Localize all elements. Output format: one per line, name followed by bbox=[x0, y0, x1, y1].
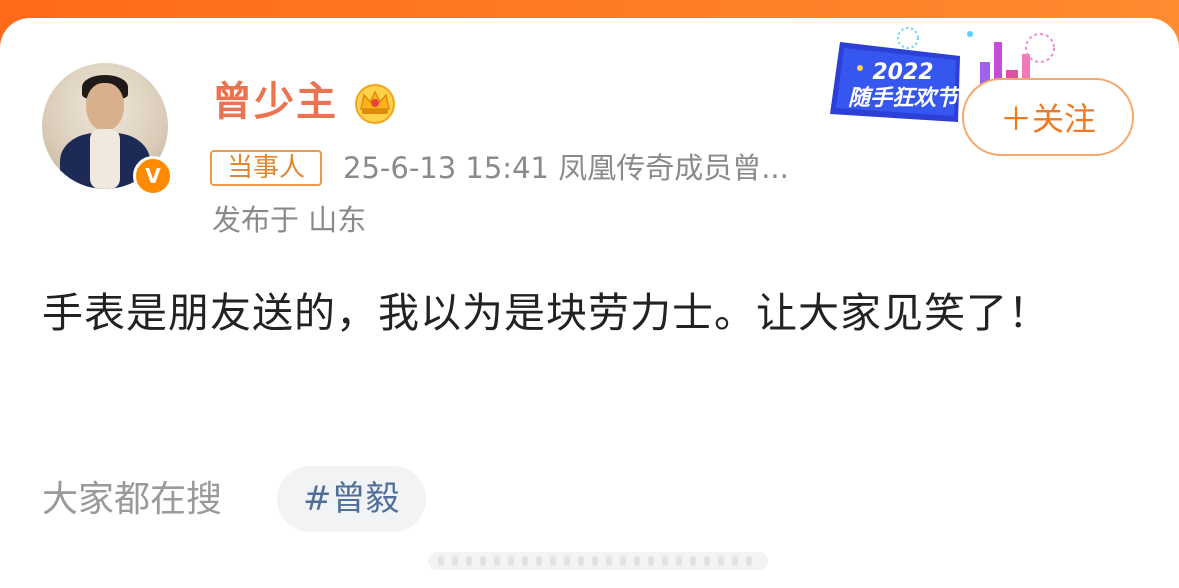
banner-title: 随手狂欢节 bbox=[847, 86, 958, 111]
post-meta: 25-6-13 15:41 凤凰传奇成员曾... bbox=[343, 151, 789, 185]
hashtag-chip[interactable]: #曾毅 bbox=[277, 466, 426, 532]
crown-icon bbox=[355, 84, 395, 124]
festival-banner-text: 2022 随手狂欢节 bbox=[838, 60, 968, 112]
username[interactable]: 曾少主 bbox=[212, 78, 338, 126]
banner-year: 2022 bbox=[872, 60, 934, 85]
loading-indicator bbox=[428, 552, 768, 570]
post-location: 发布于 山东 bbox=[212, 203, 367, 237]
follow-button[interactable]: ＋关注 bbox=[962, 78, 1134, 156]
verified-v-icon: V bbox=[133, 156, 173, 196]
post-text: 手表是朋友送的，我以为是块劳力士。让大家见笑了！ bbox=[42, 289, 1050, 337]
party-tag-badge: 当事人 bbox=[210, 150, 322, 186]
trending-label: 大家都在搜 bbox=[42, 479, 223, 520]
